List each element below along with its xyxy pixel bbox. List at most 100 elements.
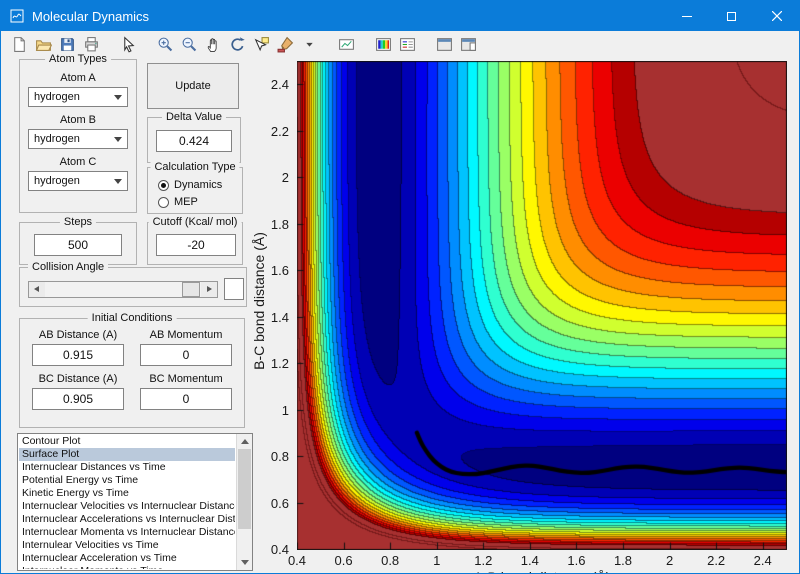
link-plot-icon[interactable] [335,34,357,56]
edit-plot-icon[interactable] [117,34,139,56]
delta-value-field[interactable] [156,130,232,152]
radio-label: Dynamics [174,179,222,191]
slider-right-arrow-icon[interactable] [201,282,217,297]
bc-distance-label: BC Distance (A) [32,373,124,385]
list-item[interactable]: Internuclear Accelerations vs Internucle… [19,513,235,526]
initial-conditions-grid: AB Distance (A) AB Momentum BC Distance (A… [32,329,232,410]
ab-distance-group: AB Distance (A) [32,329,124,366]
contour-plot-canvas[interactable] [297,61,787,550]
rotate-3d-icon[interactable] [226,34,248,56]
zoom-out-icon[interactable] [178,34,200,56]
atom-b-dropdown[interactable]: hydrogen [28,129,128,149]
ab-momentum-field[interactable] [140,344,232,366]
show-plot-tools-icon[interactable] [457,34,479,56]
delta-value-title: Delta Value [162,111,226,123]
atom-types-panel: Atom Types Atom AhydrogenAtom BhydrogenA… [19,59,137,213]
atom-c-dropdown-value: hydrogen [29,175,114,187]
toolbar [1,31,799,58]
atom-a-dropdown[interactable]: hydrogen [28,87,128,107]
atom-b-label: Atom B [20,114,136,127]
radio-mep[interactable]: MEP [158,196,242,208]
brush-menu-caret-icon[interactable] [298,34,320,56]
y-tick-label: 0.6 [251,496,289,511]
scrollbar-thumb[interactable] [238,449,251,529]
collision-angle-value-field[interactable] [224,278,244,300]
list-item[interactable]: Surface Plot [19,448,235,461]
data-cursor-icon[interactable] [250,34,272,56]
x-tick-label: 1.6 [556,553,596,568]
atom-fields: Atom AhydrogenAtom BhydrogenAtom Chydrog… [20,60,136,191]
list-item[interactable]: Internuclear Velocities vs Internuclear … [19,500,235,513]
list-item[interactable]: Internuclear Acceleration vs Time [19,552,235,565]
cutoff-field[interactable] [156,234,236,256]
y-tick-label: 1.2 [251,356,289,371]
pan-icon[interactable] [202,34,224,56]
molecular-dynamics-window: Molecular Dynamics Atom Types Atom Ahydr… [0,0,800,574]
list-item[interactable]: Internulear Velocities vs Time [19,539,235,552]
close-icon [772,11,782,21]
minimize-button[interactable] [664,1,709,31]
insert-legend-icon[interactable] [396,34,418,56]
brush-data-icon[interactable] [274,34,296,56]
ab-momentum-label: AB Momentum [140,329,232,341]
window-title: Molecular Dynamics [32,9,664,24]
list-item[interactable]: Internuclear Momenta vs Internuclear Dis… [19,526,235,539]
plot-type-list: Contour PlotSurface PlotInternuclear Dis… [19,435,235,569]
slider-thumb[interactable] [182,282,200,297]
collision-angle-panel: Collision Angle [19,267,247,307]
atom-types-title: Atom Types [45,53,111,65]
x-axis-label: A-B bond distance (Å) [392,569,692,574]
list-item[interactable]: Kinetic Energy vs Time [19,487,235,500]
list-item[interactable]: Internuclear Distances vs Time [19,461,235,474]
cutoff-title: Cutoff (Kcal/ mol) [149,216,242,228]
slider-left-arrow-icon[interactable] [29,282,45,297]
x-tick-label: 1.2 [463,553,503,568]
close-button[interactable] [754,1,799,31]
y-tick-label: 1 [251,403,289,418]
x-tick-label: 2.4 [743,553,783,568]
ab-momentum-group: AB Momentum [140,329,232,366]
atom-c-dropdown[interactable]: hydrogen [28,171,128,191]
x-tick-label: 0.6 [324,553,364,568]
maximize-icon [727,12,736,21]
cutoff-panel: Cutoff (Kcal/ mol) [147,222,243,265]
radio-label: MEP [174,196,198,208]
delta-value-panel: Delta Value [147,117,241,163]
zoom-in-icon[interactable] [154,34,176,56]
chevron-down-icon [114,95,122,100]
chevron-down-icon [114,179,122,184]
x-tick-label: 1 [417,553,457,568]
list-item[interactable]: Contour Plot [19,435,235,448]
x-tick-label: 1.8 [603,553,643,568]
insert-colorbar-icon[interactable] [372,34,394,56]
x-tick-label: 2 [650,553,690,568]
radio-dynamics[interactable]: Dynamics [158,179,242,191]
update-button[interactable]: Update [147,63,239,109]
maximize-button[interactable] [709,1,754,31]
hide-plot-tools-icon[interactable] [433,34,455,56]
scrollbar-down-arrow-icon[interactable] [237,555,252,570]
y-tick-label: 2 [251,170,289,185]
bc-momentum-field[interactable] [140,388,232,410]
steps-field[interactable] [34,234,122,256]
listbox-scrollbar[interactable] [236,434,252,570]
y-tick-label: 0.8 [251,449,289,464]
y-tick-label: 2.4 [251,77,289,92]
bc-distance-group: BC Distance (A) [32,373,124,410]
collision-angle-title: Collision Angle [28,261,108,273]
bc-distance-field[interactable] [32,388,124,410]
ab-distance-field[interactable] [32,344,124,366]
list-item[interactable]: Potential Energy vs Time [19,474,235,487]
steps-panel: Steps [19,222,137,265]
initial-conditions-title: Initial Conditions [88,312,177,324]
scrollbar-up-arrow-icon[interactable] [237,434,252,449]
collision-angle-slider[interactable] [28,281,218,298]
new-figure-icon[interactable] [8,34,30,56]
initial-conditions-panel: Initial Conditions AB Distance (A)AB Mom… [19,318,245,428]
slider-track[interactable] [45,282,201,297]
list-item[interactable]: Internuclear Momenta vs Time [19,565,235,569]
window-buttons [664,1,799,31]
calculation-type-title: Calculation Type [150,161,239,173]
bc-momentum-label: BC Momentum [140,373,232,385]
window-icon [10,9,24,23]
